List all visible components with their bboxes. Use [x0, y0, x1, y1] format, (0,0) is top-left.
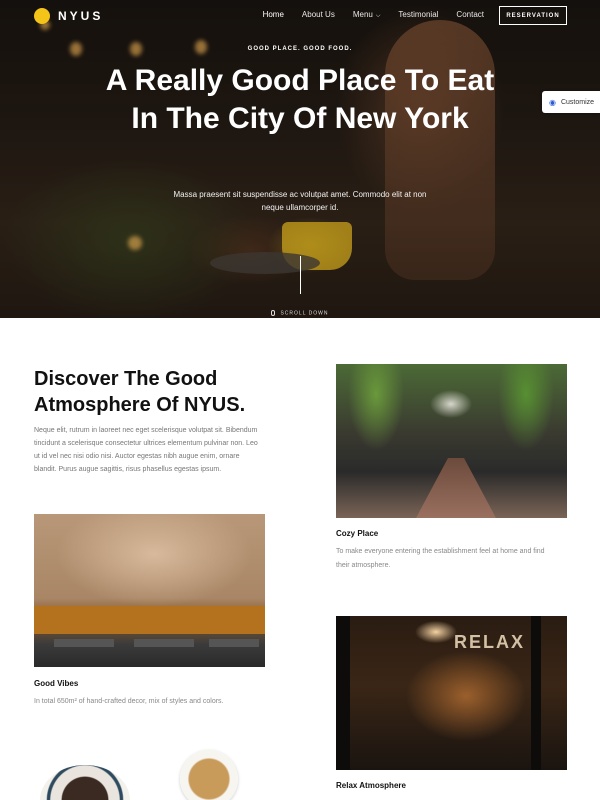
- food-bowl-photo: [40, 765, 130, 800]
- cozy-place-body: To make everyone entering the establishm…: [336, 548, 545, 569]
- scroll-down-link[interactable]: SCROLL DOWN: [0, 310, 600, 316]
- hero-title: A Really Good Place To Eat In The City O…: [105, 64, 495, 135]
- palette-icon: ◉: [549, 97, 556, 107]
- mouse-icon: [271, 310, 276, 316]
- hero-photo-plate: [210, 252, 320, 274]
- hero-section: NYUS Home About Us Menu ⌵ Testimonial Con…: [0, 0, 600, 318]
- nav-item-about-us[interactable]: About Us: [302, 10, 335, 20]
- reservation-button[interactable]: RESERVATION: [499, 6, 567, 25]
- brand-logo[interactable]: NYUS: [34, 8, 103, 24]
- relax-atmosphere-title: Relax Atmosphere: [336, 781, 406, 790]
- relax-atmosphere-photo: RELAX: [336, 616, 567, 770]
- logo-circle-icon: [34, 8, 50, 24]
- hero-eyebrow: GOOD PLACE. GOOD FOOD.: [247, 46, 353, 52]
- vibes-photo-table: [209, 639, 259, 647]
- cozy-photo-floor: [416, 458, 496, 518]
- scroll-indicator-line: [300, 256, 301, 294]
- good-vibes-body: In total 650m² of hand-crafted decor, mi…: [34, 698, 224, 705]
- scroll-down-label: SCROLL DOWN: [280, 310, 329, 317]
- discover-title: Discover The Good Atmosphere Of NYUS.: [34, 368, 246, 416]
- vibes-photo-table: [134, 639, 194, 647]
- main-nav: Home About Us Menu ⌵ Testimonial Contact: [263, 10, 484, 20]
- good-vibes-photo: [34, 514, 265, 667]
- good-vibes-title: Good Vibes: [34, 679, 79, 688]
- cozy-place-photo: [336, 364, 567, 518]
- discover-body: Neque elit, rutrum in laoreet nec eget s…: [34, 427, 258, 473]
- brand-name: NYUS: [58, 9, 104, 23]
- hero-bokeh: [128, 236, 142, 250]
- hero-subtitle: Massa praesent sit suspendisse ac volutp…: [173, 190, 427, 212]
- coffee-cup-photo: [180, 750, 238, 800]
- vibes-photo-table: [54, 639, 114, 647]
- customize-label: Customize: [560, 98, 595, 106]
- nav-item-contact[interactable]: Contact: [456, 10, 484, 20]
- hero-photo-person: [385, 20, 495, 280]
- relax-neon-sign: RELAX: [454, 632, 526, 652]
- chevron-down-icon: ⌵: [375, 13, 381, 19]
- nav-item-menu[interactable]: Menu ⌵: [353, 10, 381, 20]
- nav-item-testimonial[interactable]: Testimonial: [398, 10, 438, 20]
- cozy-place-title: Cozy Place: [336, 529, 379, 538]
- nav-item-home[interactable]: Home: [263, 10, 284, 20]
- vibes-photo-bench: [34, 606, 265, 634]
- relax-photo-frame: [336, 616, 350, 770]
- relax-photo-frame: [531, 616, 541, 770]
- customize-button[interactable]: ◉ Customize: [542, 91, 600, 113]
- nav-item-menu-label: Menu: [352, 10, 373, 19]
